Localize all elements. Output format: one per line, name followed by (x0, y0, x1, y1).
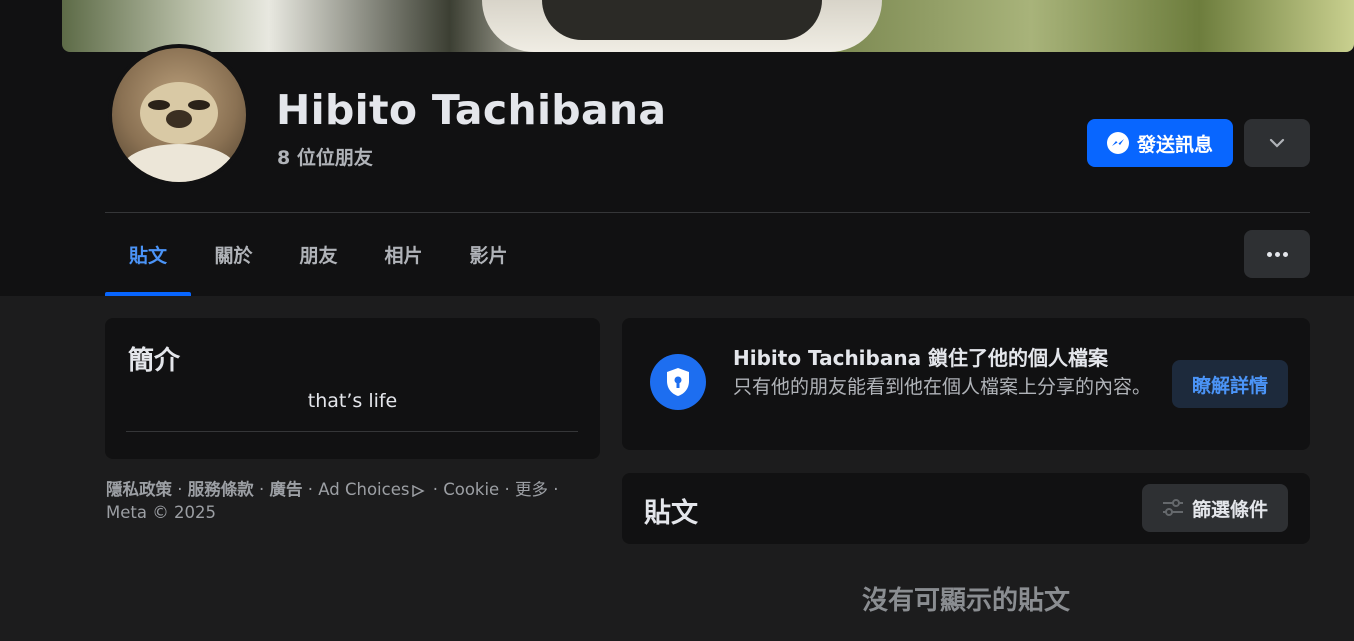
footer-privacy-link[interactable]: 隱私政策 (106, 480, 172, 499)
no-posts-message: 沒有可顯示的貼文 (861, 586, 1070, 616)
profile-header: Hibito Tachibana 8 位位朋友 發送訊息 貼文 關於 朋友 相片… (0, 0, 1354, 296)
intro-card: 簡介 that’s life (105, 318, 600, 459)
avatar-image (112, 48, 246, 182)
avatar-snout (166, 110, 192, 128)
intro-title: 簡介 (128, 346, 181, 376)
more-dot (1274, 251, 1280, 257)
locked-title: Hibito Tachibana 鎖住了他的個人檔案 (733, 346, 1109, 370)
intro-divider (126, 431, 578, 432)
footer-cookie-link[interactable]: Cookie (443, 480, 499, 499)
footer-ad-choices-link[interactable]: Ad Choices (318, 480, 409, 499)
friends-count[interactable]: 8 位位朋友 (277, 143, 373, 170)
avatar-eye-right (188, 100, 210, 110)
ad-choices-icon (412, 485, 426, 497)
profile-tabs: 貼文 關於 朋友 相片 影片 (105, 213, 531, 296)
messenger-icon (1106, 132, 1129, 154)
locked-description: 只有他的朋友能看到他在個人檔案上分享的內容。 (733, 376, 1152, 398)
footer-terms-link[interactable]: 服務條款 (188, 480, 254, 499)
send-message-label: 發送訊息 (1136, 133, 1213, 156)
learn-more-button[interactable]: 瞭解詳情 (1172, 360, 1288, 408)
profile-avatar[interactable] (108, 44, 250, 186)
more-dot (1282, 251, 1288, 257)
footer-ads-link[interactable]: 廣告 (270, 480, 303, 499)
locked-profile-card: Hibito Tachibana 鎖住了他的個人檔案 只有他的朋友能看到他在個人… (622, 318, 1310, 450)
avatar-fur (122, 144, 236, 182)
intro-bio: that’s life (307, 390, 398, 412)
tab-about[interactable]: 關於 (191, 213, 276, 296)
profile-dropdown-button[interactable] (1244, 119, 1310, 167)
filter-label: 篩選條件 (1191, 498, 1268, 521)
chevron-down-icon (1269, 138, 1285, 148)
send-message-button[interactable]: 發送訊息 (1087, 119, 1233, 167)
profile-name: Hibito Tachibana (276, 86, 667, 134)
tab-friends[interactable]: 朋友 (276, 213, 361, 296)
shield-lock-icon (650, 354, 706, 410)
footer-links: 隱私政策 · 服務條款 · 廣告 · Ad Choices · Cookie ·… (106, 480, 559, 522)
footer-copyright: Meta © 2025 (106, 503, 216, 522)
filter-button[interactable]: 篩選條件 (1142, 484, 1288, 532)
filter-sliders-icon (1162, 499, 1183, 516)
more-dots-icon (1266, 251, 1272, 257)
avatar-eye-left (148, 100, 170, 110)
tab-videos[interactable]: 影片 (446, 213, 531, 296)
posts-header-card: 貼文 篩選條件 (622, 473, 1310, 544)
footer-more-link[interactable]: 更多 (515, 480, 548, 499)
tab-posts[interactable]: 貼文 (105, 213, 191, 296)
posts-title: 貼文 (644, 498, 698, 529)
more-options-button[interactable] (1244, 230, 1310, 278)
cover-photo[interactable] (62, 0, 1354, 52)
cover-sloth-face (542, 0, 822, 40)
tab-photos[interactable]: 相片 (361, 213, 446, 296)
